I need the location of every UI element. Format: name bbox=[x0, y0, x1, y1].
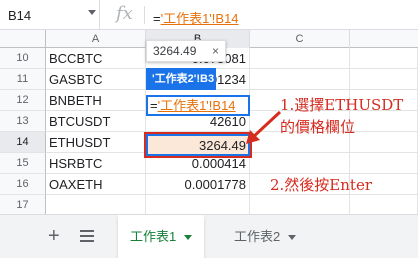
row-header[interactable]: 16 bbox=[0, 174, 46, 195]
all-sheets-menu-icon[interactable] bbox=[80, 230, 94, 242]
row-header[interactable]: 12 bbox=[0, 90, 46, 111]
edit-reference: '工作表1'!B14 bbox=[157, 98, 236, 113]
cell-a14[interactable]: ETHUSDT bbox=[46, 132, 146, 153]
formula-prefix: = bbox=[153, 11, 161, 26]
chevron-down-icon[interactable] bbox=[184, 235, 193, 241]
select-all-corner[interactable] bbox=[0, 30, 46, 48]
row-header[interactable]: 15 bbox=[0, 153, 46, 174]
cell-d17[interactable] bbox=[350, 195, 418, 216]
sheet-tab-2[interactable]: 工作表2 bbox=[222, 215, 308, 258]
annotation-step1: 1.選擇ETHUSDT 的價格欄位 bbox=[280, 94, 403, 138]
edit-prefix: = bbox=[150, 98, 158, 113]
cell-c10[interactable] bbox=[250, 48, 350, 69]
cell-a13[interactable]: BTCUSDT bbox=[46, 111, 146, 132]
cell-c15[interactable] bbox=[250, 153, 350, 174]
close-icon[interactable]: × bbox=[212, 41, 219, 61]
cell-b17[interactable] bbox=[146, 195, 250, 216]
value-preview-tooltip: 3264.49 × bbox=[146, 40, 226, 62]
annotation-highlight-box bbox=[144, 132, 252, 158]
editing-cell-b12[interactable]: ='工作表1'!B14 bbox=[146, 95, 250, 116]
row-header[interactable]: 13 bbox=[0, 111, 46, 132]
fx-icon: fx bbox=[116, 3, 133, 24]
formula-bar: B14 fx ='工作表1'!B14 bbox=[0, 0, 418, 30]
cell-a15[interactable]: HSRBTC bbox=[46, 153, 146, 174]
cell-a11[interactable]: GASBTC bbox=[46, 69, 146, 90]
cell-d10[interactable] bbox=[350, 48, 418, 69]
cell-d15[interactable] bbox=[350, 153, 418, 174]
column-header-c[interactable]: C bbox=[250, 30, 350, 48]
sheet-tab-bar: + 工作表1 工作表2 bbox=[0, 214, 418, 258]
sheet-tab-1[interactable]: 工作表1 bbox=[118, 215, 205, 258]
chevron-down-icon[interactable] bbox=[288, 235, 297, 241]
chevron-down-icon[interactable] bbox=[88, 10, 96, 15]
annotation-step1-line1: 1.選擇ETHUSDT bbox=[280, 96, 404, 114]
cell-a10[interactable]: BCCBTC bbox=[46, 48, 146, 69]
cell-c11[interactable] bbox=[250, 69, 350, 90]
row-header[interactable]: 10 bbox=[0, 48, 46, 69]
sheet-reference-label: '工作表2'!B3 bbox=[146, 68, 216, 90]
formula-reference: '工作表1'!B14 bbox=[160, 11, 239, 26]
cell-c17[interactable] bbox=[250, 195, 350, 216]
sheet-tab-label: 工作表2 bbox=[234, 229, 281, 244]
divider bbox=[144, 6, 145, 24]
column-header-a[interactable]: A bbox=[46, 30, 146, 48]
name-box-value: B14 bbox=[8, 8, 32, 23]
annotation-step2: 2.然後按Enter bbox=[270, 176, 372, 194]
formula-input[interactable]: ='工作表1'!B14 bbox=[153, 8, 239, 27]
row-header[interactable]: 11 bbox=[0, 69, 46, 90]
sheet-tab-label: 工作表1 bbox=[130, 229, 177, 244]
cell-a12[interactable]: BNBETH bbox=[46, 90, 146, 111]
annotation-arrow bbox=[246, 110, 282, 144]
cell-a17[interactable] bbox=[46, 195, 146, 216]
row-header[interactable]: 17 bbox=[0, 195, 46, 216]
cell-b16[interactable]: 0.0001778 bbox=[146, 174, 250, 195]
cell-d11[interactable] bbox=[350, 69, 418, 90]
tooltip-value: 3264.49 bbox=[153, 44, 197, 58]
name-box[interactable]: B14 bbox=[0, 0, 100, 30]
cell-a16[interactable]: OAXETH bbox=[46, 174, 146, 195]
add-sheet-icon[interactable]: + bbox=[48, 226, 60, 246]
annotation-step1-line2: 的價格欄位 bbox=[280, 118, 356, 136]
row-header[interactable]: 14 bbox=[0, 132, 46, 153]
